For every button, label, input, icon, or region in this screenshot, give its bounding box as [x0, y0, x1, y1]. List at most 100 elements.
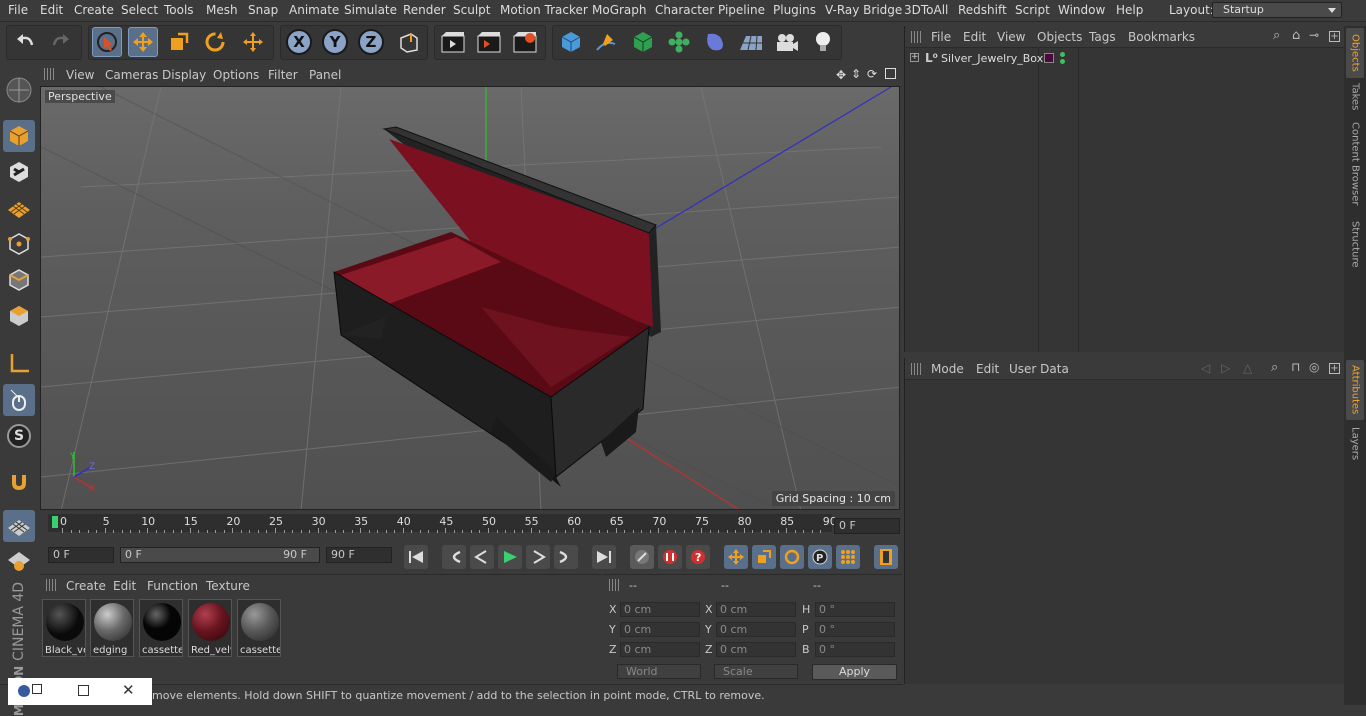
- objects-menu-view[interactable]: View: [997, 30, 1025, 44]
- expand-icon[interactable]: +: [910, 53, 919, 62]
- material-swatch[interactable]: Black_ve: [42, 599, 86, 657]
- rotation-p-field[interactable]: 0 °: [815, 622, 895, 637]
- search-icon[interactable]: ⌕: [1271, 360, 1278, 375]
- move-tool-icon[interactable]: [128, 27, 158, 57]
- grip-icon[interactable]: [44, 68, 56, 80]
- menu-mesh[interactable]: Mesh: [206, 3, 238, 17]
- snap-magnet-icon[interactable]: [3, 466, 35, 498]
- material-menu-function[interactable]: Function: [147, 579, 198, 593]
- menu-window[interactable]: Window: [1058, 3, 1105, 17]
- render-visibility-dot[interactable]: [1060, 59, 1065, 64]
- live-selection-icon[interactable]: [92, 27, 122, 57]
- subdivision-icon[interactable]: [628, 27, 658, 57]
- workplane-icon[interactable]: [3, 192, 35, 224]
- viewport-menu-filter[interactable]: Filter: [268, 68, 298, 82]
- home-icon[interactable]: ⌂: [1292, 28, 1300, 43]
- floor-icon[interactable]: [736, 27, 766, 57]
- timeline-window-icon[interactable]: [874, 545, 898, 569]
- model-mode-icon[interactable]: [3, 120, 35, 152]
- objects-menu-objects[interactable]: Objects: [1037, 30, 1082, 44]
- current-frame-field[interactable]: 0 F: [834, 518, 900, 534]
- record-rotation-icon[interactable]: [780, 545, 804, 569]
- grip-icon[interactable]: [911, 363, 921, 375]
- cloner-icon[interactable]: [664, 27, 694, 57]
- rotation-b-field[interactable]: 0 °: [815, 642, 895, 657]
- goto-start-icon[interactable]: [404, 545, 428, 569]
- material-swatch[interactable]: cassette: [139, 599, 183, 657]
- deformer-icon[interactable]: [700, 27, 730, 57]
- y-axis-lock-icon[interactable]: Y: [320, 27, 350, 57]
- tab-attributes[interactable]: Attributes: [1346, 360, 1364, 420]
- render-view-icon[interactable]: [438, 27, 468, 57]
- material-menu-texture[interactable]: Texture: [206, 579, 250, 593]
- frame-range-slider[interactable]: 0 F 90 F: [120, 547, 320, 563]
- viewport-menu-display[interactable]: Display: [162, 68, 206, 82]
- material-swatch[interactable]: cassette: [237, 599, 281, 657]
- tab-structure[interactable]: Structure: [1346, 216, 1364, 272]
- viewport-menu-options[interactable]: Options: [213, 68, 259, 82]
- enable-snap-icon[interactable]: [3, 510, 35, 542]
- zoom-view-icon[interactable]: ⇕: [851, 67, 861, 81]
- attributes-menu-mode[interactable]: Mode: [931, 362, 964, 376]
- undo-icon[interactable]: [10, 27, 40, 57]
- viewport-menu-panel[interactable]: Panel: [309, 68, 341, 82]
- search-icon[interactable]: ⌕: [1273, 28, 1280, 43]
- size-z-field[interactable]: 0 cm: [716, 642, 796, 657]
- material-swatch[interactable]: edging: [90, 599, 134, 657]
- attributes-menu-edit[interactable]: Edit: [976, 362, 999, 376]
- tab-objects[interactable]: Objects: [1346, 28, 1364, 78]
- menu-3dtoall[interactable]: 3DToAll: [904, 3, 948, 17]
- lock-icon[interactable]: ⊓: [1291, 360, 1300, 374]
- close-icon[interactable]: ✕: [122, 681, 135, 699]
- restore-icon[interactable]: [32, 684, 42, 694]
- keyframe-selection-icon[interactable]: ?: [686, 545, 710, 569]
- x-axis-lock-icon[interactable]: X: [284, 27, 314, 57]
- rotate-view-icon[interactable]: ⟳: [867, 67, 877, 81]
- record-pla-icon[interactable]: [836, 545, 860, 569]
- new-panel-icon[interactable]: +: [1329, 31, 1340, 42]
- position-y-field[interactable]: 0 cm: [620, 622, 700, 637]
- rotation-h-field[interactable]: 0 °: [815, 602, 895, 617]
- editor-visibility-dot[interactable]: [1060, 52, 1065, 57]
- menu-file[interactable]: File: [8, 3, 28, 17]
- play-icon[interactable]: [498, 545, 522, 569]
- prev-key-icon[interactable]: [442, 545, 466, 569]
- grip-icon[interactable]: [911, 31, 921, 43]
- menu-create[interactable]: Create: [74, 3, 114, 17]
- menu-redshift[interactable]: Redshift: [958, 3, 1007, 17]
- new-panel-icon[interactable]: +: [1329, 363, 1340, 374]
- position-z-field[interactable]: 0 cm: [620, 642, 700, 657]
- viewport-menu-cameras[interactable]: Cameras: [105, 68, 158, 82]
- material-swatch[interactable]: Red_velv: [188, 599, 232, 657]
- scale-mode-select[interactable]: Scale: [714, 664, 798, 679]
- menu-plugins[interactable]: Plugins: [773, 3, 816, 17]
- edges-mode-icon[interactable]: [3, 264, 35, 296]
- grip-icon[interactable]: [609, 579, 619, 591]
- layer-color-swatch[interactable]: [1044, 53, 1054, 63]
- next-frame-icon[interactable]: [526, 545, 550, 569]
- menu-vray-bridge[interactable]: V-Ray Bridge: [825, 3, 902, 17]
- grip-icon[interactable]: [46, 579, 56, 591]
- autokey-icon[interactable]: [658, 545, 682, 569]
- solo-icon[interactable]: S: [3, 420, 35, 452]
- camera-icon[interactable]: [772, 27, 802, 57]
- menu-snap[interactable]: Snap: [248, 3, 278, 17]
- objects-menu-file[interactable]: File: [931, 30, 951, 44]
- apply-button[interactable]: Apply: [812, 664, 897, 680]
- attributes-menu-user-data[interactable]: User Data: [1009, 362, 1069, 376]
- objects-menu-bookmarks[interactable]: Bookmarks: [1128, 30, 1195, 44]
- rotate-tool-icon[interactable]: [200, 27, 230, 57]
- viewport-menu-view[interactable]: View: [66, 68, 94, 82]
- menu-motion-tracker[interactable]: Motion Tracker: [500, 3, 588, 17]
- tab-content-browser[interactable]: Content Browser: [1346, 118, 1364, 210]
- render-picture-viewer-icon[interactable]: [474, 27, 504, 57]
- tweak-mode-icon[interactable]: [3, 384, 35, 416]
- maximize-icon[interactable]: [78, 685, 89, 696]
- timeline-ruler[interactable]: 0 5 10 15 20 25 30 35 40 45 50 55 60 65 70 75 80 85 90 0 F: [40, 512, 902, 542]
- size-y-field[interactable]: 0 cm: [716, 622, 796, 637]
- axis-mode-icon[interactable]: [3, 348, 35, 380]
- goto-end-icon[interactable]: [592, 545, 616, 569]
- render-settings-icon[interactable]: [510, 27, 540, 57]
- material-menu-create[interactable]: Create: [66, 579, 106, 593]
- menu-mograph[interactable]: MoGraph: [592, 3, 647, 17]
